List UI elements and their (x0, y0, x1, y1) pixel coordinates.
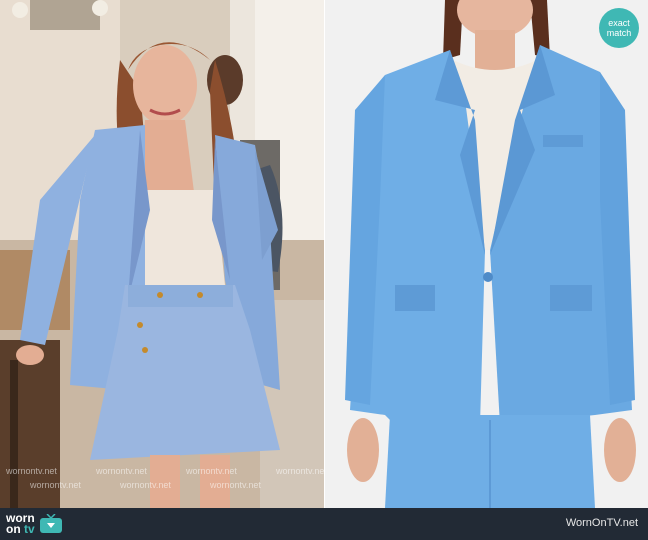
footer-bar: worn on tv WornOnTV.net (0, 508, 648, 540)
image-stage: wornontv.net wornontv.net wornontv.net w… (0, 0, 648, 508)
breast-pocket (543, 135, 583, 147)
watermark: wornontv.net (210, 480, 261, 490)
scene-photo: wornontv.net wornontv.net wornontv.net w… (0, 0, 324, 508)
watermark: wornontv.net (30, 480, 81, 490)
badge-line1: exact (608, 18, 630, 28)
site-name[interactable]: WornOnTV.net (566, 517, 638, 529)
scene-illustration (0, 0, 324, 508)
product-illustration (325, 0, 648, 508)
watermark: wornontv.net (6, 466, 57, 476)
wornontv-logo[interactable]: worn on tv (6, 512, 63, 536)
watermark: wornontv.net (120, 480, 171, 490)
exact-match-badge: exact match (599, 8, 639, 48)
logo-line2-prefix: on (6, 522, 24, 536)
product-photo (325, 0, 648, 508)
right-flap-pocket (550, 285, 592, 311)
logo-line2-accent: tv (24, 522, 35, 536)
watermark: wornontv.net (276, 466, 324, 476)
watermark: wornontv.net (186, 466, 237, 476)
tv-icon (39, 514, 62, 533)
left-flap-pocket (395, 285, 435, 311)
blazer-button (483, 272, 493, 282)
watermark: wornontv.net (96, 466, 147, 476)
badge-line2: match (606, 28, 632, 38)
